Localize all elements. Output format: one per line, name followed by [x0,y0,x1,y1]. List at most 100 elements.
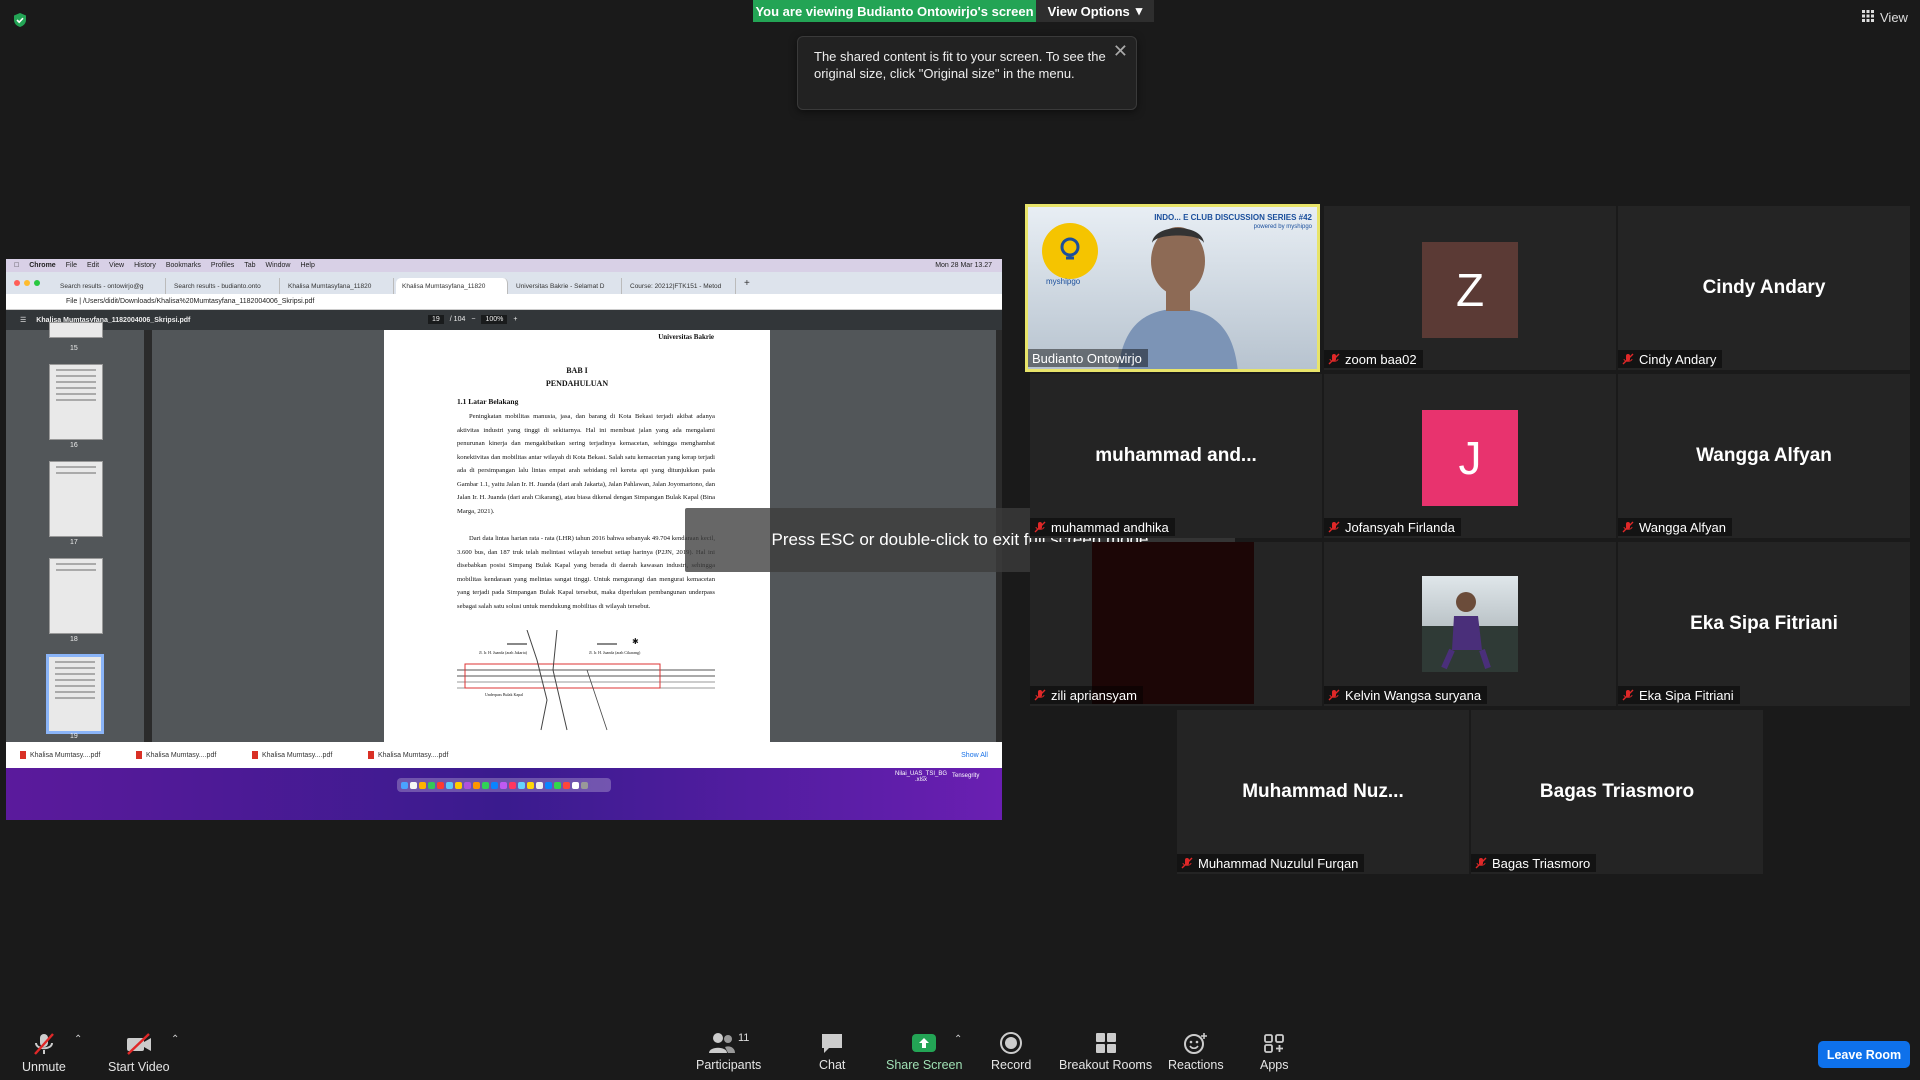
participant-tile[interactable]: muhammad and... muhammad andhika [1030,374,1322,538]
participant-name: Muhammad Nuzulul Furqan [1177,854,1365,872]
paragraph: Dari data lintas harian rata - rata (LHR… [457,535,715,610]
fit-screen-tooltip: The shared content is fit to your screen… [797,36,1137,110]
pdf-file-icon [136,751,142,759]
security-shield-icon[interactable] [12,12,28,28]
zoom-out-icon: − [471,316,476,323]
pdf-thumbnail [49,558,103,634]
pdf-toolbar: ☰ Khalisa Mumtasyfana_1182004006_Skripsi… [6,310,1002,330]
participant-name-label: Bagas Triasmoro [1492,855,1591,871]
mic-muted-icon [33,1033,54,1055]
share-screen-icon [912,1034,937,1052]
participant-name: zoom baa02 [1324,350,1423,368]
participant-display-name: Wangga Alfyan [1696,445,1832,466]
participant-tile[interactable]: J Jofansyah Firlanda [1324,374,1616,538]
chapter-number: BAB I [566,366,588,375]
record-button[interactable]: Record [991,1032,1031,1072]
thumb-number: 18 [70,636,78,643]
reactions-button[interactable]: Reactions [1168,1032,1224,1072]
start-video-button[interactable]: Start Video [108,1032,170,1074]
browser-tab: Search results - ontowirjo@g [54,278,166,294]
share-screen-button[interactable]: Share Screen [886,1032,962,1072]
browser-tab: Universitas Bakrie - Selamat D [510,278,622,294]
participant-tile-active-speaker[interactable]: myshipgo INDO... E CLUB DISCUSSION SERIE… [1025,204,1320,372]
mic-muted-icon [1622,689,1634,701]
download-name: Khalisa Mumtasy....pdf [262,751,333,759]
mic-muted-icon [1034,689,1046,701]
meeting-toolbar: Unmute ⌃ Start Video ⌃ 11 Participants C… [0,1020,1920,1080]
chevron-up-icon[interactable]: ⌃ [74,1034,82,1045]
apps-label: Apps [1260,1058,1289,1072]
leave-room-button[interactable]: Leave Room [1818,1041,1910,1068]
menu-item: Tab [238,262,255,269]
participant-name-label: Kelvin Wangsa suryana [1345,687,1482,703]
record-icon [1000,1032,1023,1054]
participant-tile[interactable]: Muhammad Nuz... Muhammad Nuzulul Furqan [1177,710,1469,874]
participant-name: muhammad andhika [1030,518,1175,536]
menu-item: Edit [81,262,99,269]
pdf-file-icon [20,751,26,759]
section-title: 1.1 Latar Belakang [457,397,519,406]
menu-item: Chrome [24,262,55,269]
window-controls [14,280,40,286]
thumb-number: 16 [70,442,78,449]
browser-tab: Search results - budianto.onto [168,278,280,294]
menu-item: Help [295,262,314,269]
participants-button[interactable]: 11 Participants [696,1032,761,1072]
video-off-icon [126,1033,151,1055]
zoom-in-icon: + [513,316,518,323]
view-button[interactable]: View [1862,10,1908,25]
pdf-thumbnail [49,364,103,440]
participant-tile[interactable]: Cindy Andary Cindy Andary [1618,206,1910,370]
pdf-thumbnails: 15 16 17 18 19 [6,322,144,742]
participant-display-name: Muhammad Nuz... [1242,781,1404,802]
breakout-rooms-button[interactable]: Breakout Rooms [1059,1032,1152,1072]
mic-muted-icon [1622,521,1634,533]
mac-clock: Mon 28 Mar 13.27 [935,262,992,269]
participant-tile[interactable]: Z zoom baa02 [1324,206,1616,370]
menu-item: Window [260,262,291,269]
mic-muted-icon [1622,353,1634,365]
participant-tile[interactable]: Bagas Triasmoro Bagas Triasmoro [1471,710,1763,874]
participant-tile[interactable]: Kelvin Wangsa suryana [1324,542,1616,706]
show-all-link: Show All [961,751,988,759]
new-tab-icon: + [744,277,750,289]
mac-dock [397,778,611,792]
participants-label: Participants [696,1058,762,1072]
chevron-up-icon[interactable]: ⌃ [171,1034,179,1045]
mac-menubar:  Chrome File Edit View History Bookmark… [6,259,1002,272]
participant-name-label: Cindy Andary [1639,351,1717,367]
figure-label: Underpass Bulak Kapal [485,692,523,697]
participant-name-label: Budianto Ontowirjo [1032,350,1142,366]
breakout-rooms-icon [1095,1033,1116,1053]
download-item: Khalisa Mumtasy....pdf [20,751,110,759]
pdf-thumbnail-selected [46,654,104,734]
download-name: Khalisa Mumtasy....pdf [30,751,101,759]
myshipgo-logo [1042,223,1098,279]
unmute-button[interactable]: Unmute [22,1032,66,1074]
participant-tile[interactable]: Wangga Alfyan Wangga Alfyan [1618,374,1910,538]
svg-text:✱: ✱ [632,637,639,646]
reactions-label: Reactions [1168,1058,1224,1072]
apps-icon [1264,1034,1285,1053]
view-options-label: View Options [1047,3,1130,19]
download-item: Khalisa Mumtasy....pdf [368,751,458,759]
figure-label: Jl. Ir. H. Juanda (arah Cikarang) [589,650,641,655]
chevron-down-icon: ▾ [1135,3,1143,18]
pdf-page-current: 19 [428,315,444,324]
chat-button[interactable]: Chat [819,1032,845,1072]
apps-button[interactable]: Apps [1260,1032,1289,1072]
download-name: Khalisa Mumtasy....pdf [146,751,217,759]
menu-item: File [60,262,77,269]
participant-tile[interactable]: Eka Sipa Fitriani Eka Sipa Fitriani [1618,542,1910,706]
participant-name-label: Jofansyah Firlanda [1345,519,1455,535]
chevron-up-icon[interactable]: ⌃ [954,1034,962,1045]
view-options-button[interactable]: View Options ▾ [1036,0,1154,22]
mac-desktop: Nilai_UAS_TSI_BG .xlsx Tensegrity [6,768,1002,820]
mic-muted-icon [1034,521,1046,533]
participant-tile[interactable]: zili apriansyam [1030,542,1322,706]
participant-name-label: Muhammad Nuzulul Furqan [1198,855,1359,871]
chat-icon [822,1034,843,1053]
participant-name: zili apriansyam [1030,686,1143,704]
profile-photo [1422,576,1518,672]
close-icon[interactable]: ✕ [1113,41,1128,62]
